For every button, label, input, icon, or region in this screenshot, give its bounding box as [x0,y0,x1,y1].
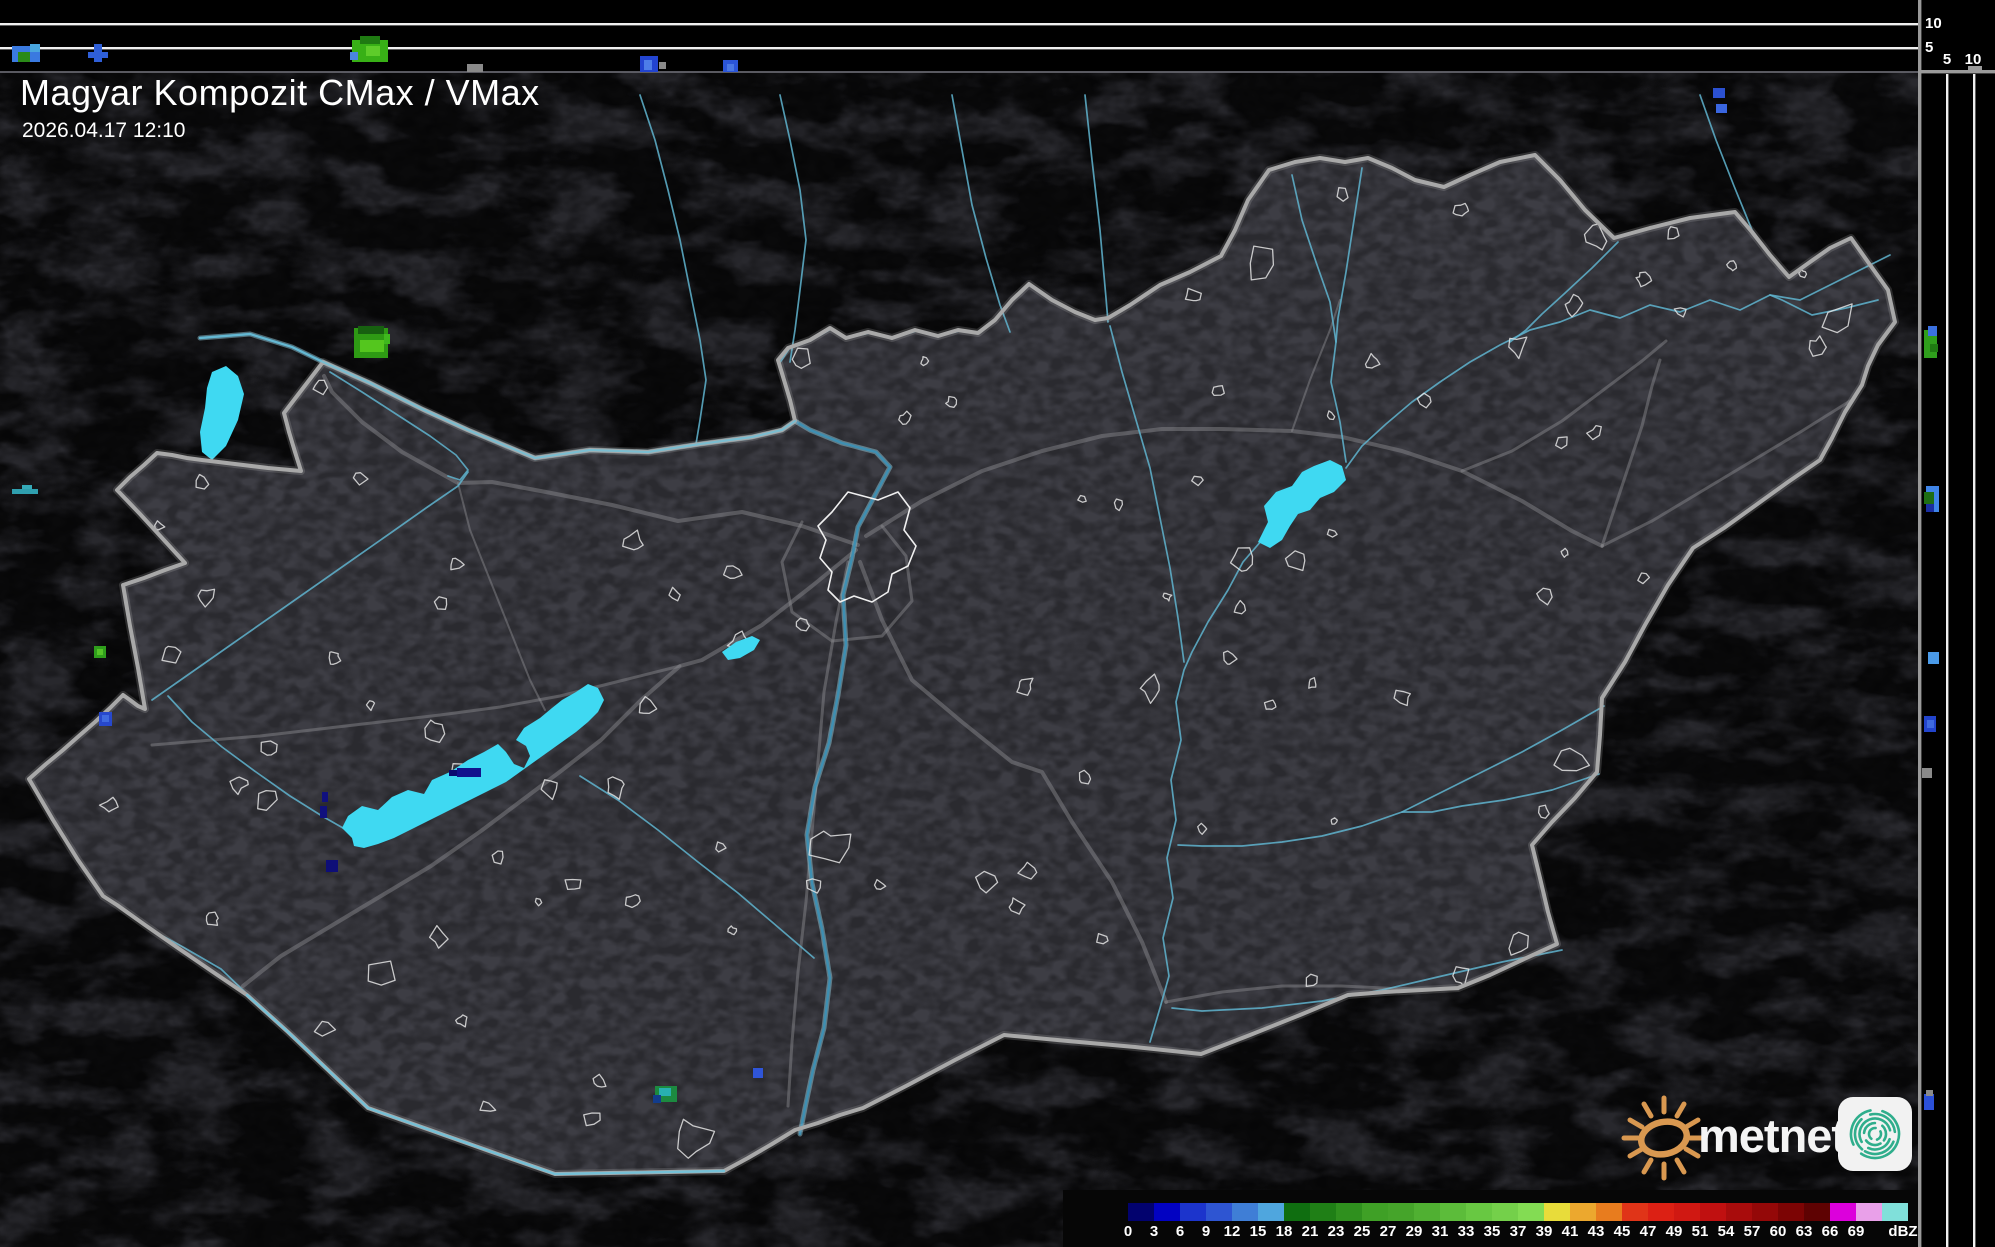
top-profile-gridline-5km [0,47,1918,49]
map-radar-echo [326,860,338,872]
top-profile-label-10km: 10 [1925,16,1942,31]
legend-color-step [1700,1203,1726,1221]
terrain-soft-texture [0,0,1995,1247]
legend-color-step [1206,1203,1232,1221]
right-profile-echo [1928,652,1939,664]
legend-color-step [1440,1203,1466,1221]
top-profile-gridline-10km [0,23,1918,25]
page-title: Magyar Kompozit CMax / VMax [20,72,540,114]
legend-color-step [1648,1203,1674,1221]
right-profile-background [1921,0,1995,1247]
right-profile-echo [1926,504,1934,512]
legend-color-step [1596,1203,1622,1221]
timestamp: 2026.04.17 12:10 [22,119,186,143]
top-profile-echo [360,36,380,44]
metnet-app-icon [1838,1097,1912,1171]
legend-color-step [1622,1203,1648,1221]
top-profile-echo [18,52,30,62]
map-radar-echo [753,1068,763,1078]
top-profile-echo [659,62,666,69]
top-height-profile [0,0,1920,72]
map-radar-echo [449,770,457,776]
right-panel-top-divider [1918,70,1995,73]
map-area [0,0,1995,1247]
legend-color-step [1882,1203,1908,1221]
map-radar-echo [97,649,103,655]
right-profile-echo [1930,344,1938,352]
legend-color-step [1726,1203,1752,1221]
dbz-legend: 0369121518212325272931333537394143454749… [1063,1190,1918,1247]
legend-color-step [1752,1203,1778,1221]
legend-tick-label: 69 [1841,1223,1871,1240]
map-radar-echo [1716,104,1727,113]
radar-composite-screen: Magyar Kompozit CMax / VMax 2026.04.17 1… [0,0,1995,1247]
map-radar-echo [653,1095,661,1103]
map-radar-echo [322,792,328,802]
legend-color-step [1804,1203,1830,1221]
top-profile-echo [350,52,358,60]
radar-map-canvas [0,0,1995,1247]
legend-color-step [1362,1203,1388,1221]
top-profile-echo [644,60,652,70]
legend-color-step [1258,1203,1284,1221]
top-profile-echo [366,46,380,56]
map-radar-echo [102,715,109,722]
map-radar-echo [358,326,384,334]
legend-color-step [1310,1203,1336,1221]
legend-color-step [1128,1203,1154,1221]
legend-color-step [1856,1203,1882,1221]
top-profile-echo [88,52,108,58]
map-radar-echo [12,489,38,494]
legend-color-step [1778,1203,1804,1221]
top-profile-label-5km: 5 [1925,40,1933,55]
metnet-wordmark: metnet [1698,1108,1846,1163]
right-profile-gridline-5km [1946,74,1948,1247]
legend-color-step [1544,1203,1570,1221]
map-radar-echo [457,768,481,777]
legend-color-step [1466,1203,1492,1221]
right-profile-label-10km: 10 [1962,52,1984,67]
legend-color-step [1336,1203,1362,1221]
map-radar-echo [1713,88,1725,98]
metnet-logo: metnet [1616,1090,1916,1185]
top-profile-echo [727,64,734,71]
legend-color-step [1570,1203,1596,1221]
legend-color-step [1518,1203,1544,1221]
right-profile-echo [1924,1094,1934,1110]
right-profile-echo [1927,720,1934,728]
top-profile-echo [467,64,483,72]
legend-color-step [1284,1203,1310,1221]
map-radar-echo [384,334,390,344]
right-profile-gridline-10km [1973,74,1975,1247]
legend-color-step [1388,1203,1414,1221]
map-radar-echo [320,806,327,818]
legend-color-step [1674,1203,1700,1221]
right-profile-label-5km: 5 [1939,52,1955,67]
right-profile-echo [1924,492,1934,504]
legend-unit-label: dBZ [1888,1223,1918,1240]
dbz-colorbar [1128,1203,1908,1221]
legend-color-step [1232,1203,1258,1221]
right-profile-echo [1928,326,1937,336]
legend-color-step [1180,1203,1206,1221]
right-height-profile [1921,0,1995,1247]
vertical-panel-divider [1918,0,1921,1247]
legend-color-step [1492,1203,1518,1221]
legend-color-step [1154,1203,1180,1221]
map-radar-echo [659,1088,671,1096]
top-profile-echo [30,44,40,52]
right-profile-echo [1926,1090,1933,1096]
legend-color-step [1414,1203,1440,1221]
map-radar-echo [22,485,32,489]
legend-color-step [1830,1203,1856,1221]
map-radar-echo [360,340,384,352]
right-profile-echo [1922,768,1932,778]
top-profile-background [0,0,1920,71]
